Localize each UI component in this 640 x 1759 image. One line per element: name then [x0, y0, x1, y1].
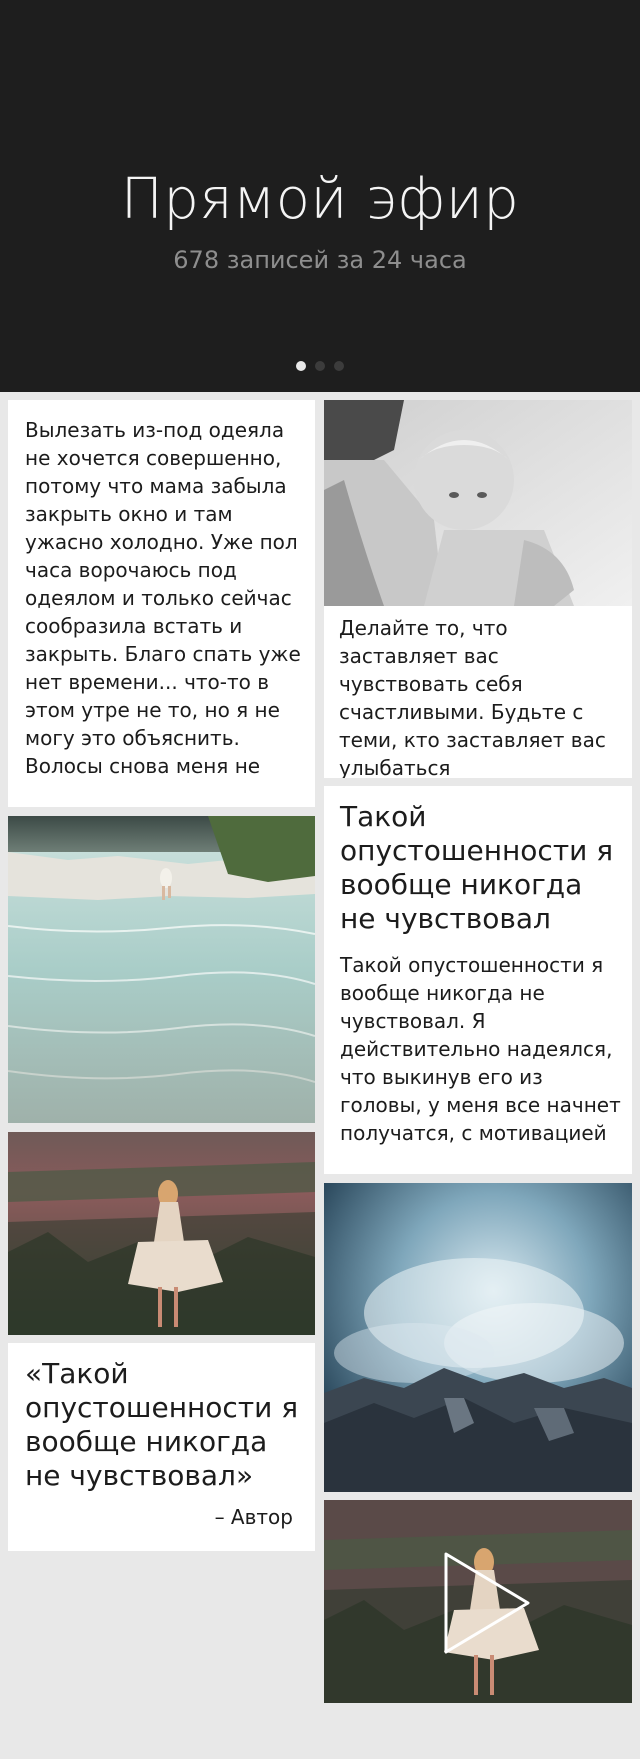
- mountains-clouds-photo: [324, 1183, 632, 1492]
- quote-text: «Такой опустошенности я вообще никогда н…: [25, 1357, 299, 1492]
- play-icon[interactable]: [442, 1548, 532, 1658]
- text-post-card[interactable]: Вылезать из-под одеяла не хочется соверш…: [8, 400, 315, 807]
- quote-post-card[interactable]: «Такой опустошенности я вообще никогда н…: [8, 1343, 315, 1551]
- live-hero-banner: Прямой эфир 678 записей за 24 часа: [0, 0, 640, 392]
- river-photo-card[interactable]: [8, 816, 315, 1123]
- carousel-dot-3[interactable]: [334, 361, 344, 371]
- video-post-card[interactable]: [324, 1500, 632, 1703]
- post-text: Вылезать из-под одеяла не хочется соверш…: [25, 418, 301, 778]
- mother-child-photo: [324, 400, 632, 606]
- hero-subtitle: 678 записей за 24 часа: [173, 246, 467, 274]
- post-text: Такой опустошенности я вообще никогда не…: [340, 953, 621, 1145]
- quote-author: – Автор: [214, 1505, 293, 1529]
- carousel-dot-2[interactable]: [315, 361, 325, 371]
- carousel-dot-1[interactable]: [296, 361, 306, 371]
- titled-post-card[interactable]: Такой опустошенности я вообще никогда не…: [324, 786, 632, 1174]
- mountains-photo-card[interactable]: [324, 1183, 632, 1492]
- photo-caption: Делайте то, что заставляет вас чувствова…: [339, 616, 606, 778]
- photo-caption-post-card[interactable]: Делайте то, что заставляет вас чувствова…: [324, 400, 632, 778]
- carousel-dots: [0, 361, 640, 373]
- field-girl-photo-card[interactable]: [8, 1132, 315, 1335]
- hero-title: Прямой эфир: [120, 167, 520, 232]
- post-title: Такой опустошенности я вообще никогда не…: [340, 800, 614, 935]
- field-girl-photo: [8, 1132, 315, 1335]
- river-photo: [8, 816, 315, 1123]
- feed-page: Прямой эфир 678 записей за 24 часа Вылез…: [0, 0, 640, 1759]
